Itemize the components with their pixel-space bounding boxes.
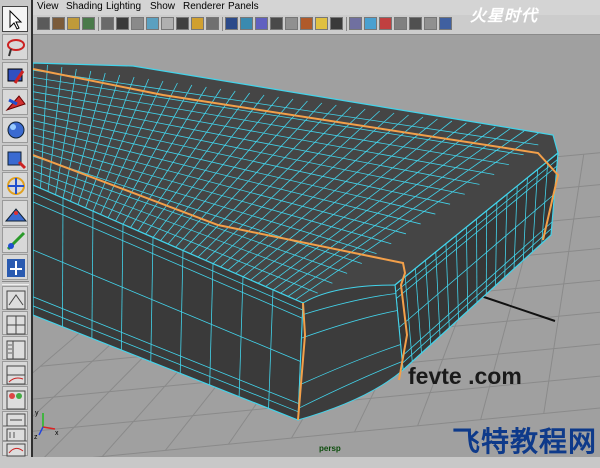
use-default-lights-icon[interactable]: [315, 17, 328, 30]
rotate-tool[interactable]: [2, 117, 28, 143]
wireframe-on-shaded-icon[interactable]: [255, 17, 268, 30]
menu-lighting[interactable]: Lighting: [106, 1, 141, 12]
bookmark-icon[interactable]: [67, 17, 80, 30]
outliner-layout[interactable]: [2, 426, 28, 441]
single-perspective-layout[interactable]: [2, 286, 28, 310]
shadows-icon[interactable]: [330, 17, 343, 30]
svg-text:y: y: [35, 410, 39, 417]
last-tool-used[interactable]: [2, 254, 28, 280]
safe-action-icon[interactable]: [191, 17, 204, 30]
move-tool[interactable]: [2, 89, 28, 115]
persp-outliner-icon: [3, 337, 29, 363]
soft-mod-icon: [3, 201, 29, 227]
scale-icon: [3, 146, 29, 172]
svg-text:x: x: [55, 430, 59, 437]
lasso-icon: [3, 35, 29, 61]
toolbar-separator: [346, 17, 347, 31]
soft-mod-tool[interactable]: [2, 200, 28, 226]
menu-show[interactable]: Show: [150, 1, 175, 12]
move-icon: [3, 90, 29, 116]
single-pane-icon: [3, 287, 29, 313]
camera-name-label: persp: [319, 444, 341, 453]
persp-hypergraph-layout[interactable]: [2, 411, 28, 426]
bounding-box-icon[interactable]: [285, 17, 298, 30]
flat-shade-icon[interactable]: [270, 17, 283, 30]
camera-attributes-icon[interactable]: [52, 17, 65, 30]
rotate-icon: [3, 118, 29, 144]
grid-icon[interactable]: [116, 17, 129, 30]
wireframe-icon[interactable]: [225, 17, 238, 30]
toolbar-separator: [222, 17, 223, 31]
world-x-axis-line: [478, 295, 555, 321]
high-quality-icon[interactable]: [349, 17, 362, 30]
menu-shading[interactable]: Shading: [66, 1, 103, 12]
arrow-icon: [3, 7, 29, 33]
toolbox: [0, 0, 32, 457]
four-pane-icon: [3, 312, 29, 338]
gate-mask-icon[interactable]: [161, 17, 174, 30]
menu-panels[interactable]: Panels: [228, 1, 259, 12]
show-manipulator-tool[interactable]: [2, 227, 28, 253]
field-chart-icon[interactable]: [176, 17, 189, 30]
persp-graph-layout[interactable]: [2, 361, 28, 385]
viewport-scene[interactable]: y x z: [33, 35, 600, 457]
last-tool-icon: [3, 255, 29, 281]
paint-brush-icon: [3, 63, 29, 89]
image-plane-icon[interactable]: [82, 17, 95, 30]
toolbox-separator: [2, 281, 29, 285]
manipulator-icon: [3, 173, 29, 199]
menu-view[interactable]: View: [37, 1, 59, 12]
four-view-layout[interactable]: [2, 311, 28, 335]
resolution-gate-icon[interactable]: [146, 17, 159, 30]
view-axis-indicator: y x z: [34, 410, 59, 441]
persp-outliner-layout[interactable]: [2, 336, 28, 360]
universal-manipulator[interactable]: [2, 172, 28, 198]
show-manip-icon: [3, 228, 29, 254]
safe-title-icon[interactable]: [206, 17, 219, 30]
paint-select-tool[interactable]: [2, 62, 28, 88]
lasso-tool[interactable]: [2, 34, 28, 60]
select-camera-icon[interactable]: [37, 17, 50, 30]
svg-text:z: z: [34, 434, 38, 441]
hypershade-persp-layout[interactable]: [2, 386, 28, 410]
select-tool[interactable]: [2, 6, 28, 32]
xray-icon[interactable]: [364, 17, 377, 30]
resolution-icon[interactable]: [424, 17, 437, 30]
domain-watermark: fevte .com: [408, 363, 522, 390]
logo-watermark: 火星时代: [470, 2, 538, 26]
grease-pencil-icon[interactable]: [409, 17, 422, 30]
menu-renderer[interactable]: Renderer: [183, 1, 225, 12]
graph-editor-icon: [3, 442, 29, 468]
viewport-options-icon[interactable]: [439, 17, 452, 30]
scale-tool[interactable]: [2, 145, 28, 171]
film-gate-icon[interactable]: [131, 17, 144, 30]
two-d-pan-icon[interactable]: [101, 17, 114, 30]
toolbar-separator: [98, 17, 99, 31]
mesh-corner-bevel: [298, 285, 403, 420]
textured-icon[interactable]: [300, 17, 313, 30]
hypershade-icon: [3, 387, 29, 413]
isolate-select-icon[interactable]: [394, 17, 407, 30]
brand-watermark: 飞特教程网: [452, 420, 597, 460]
xray-joints-icon[interactable]: [379, 17, 392, 30]
smooth-shade-icon[interactable]: [240, 17, 253, 30]
persp-graph-icon: [3, 362, 29, 388]
graph-editor-layout[interactable]: [2, 441, 28, 456]
